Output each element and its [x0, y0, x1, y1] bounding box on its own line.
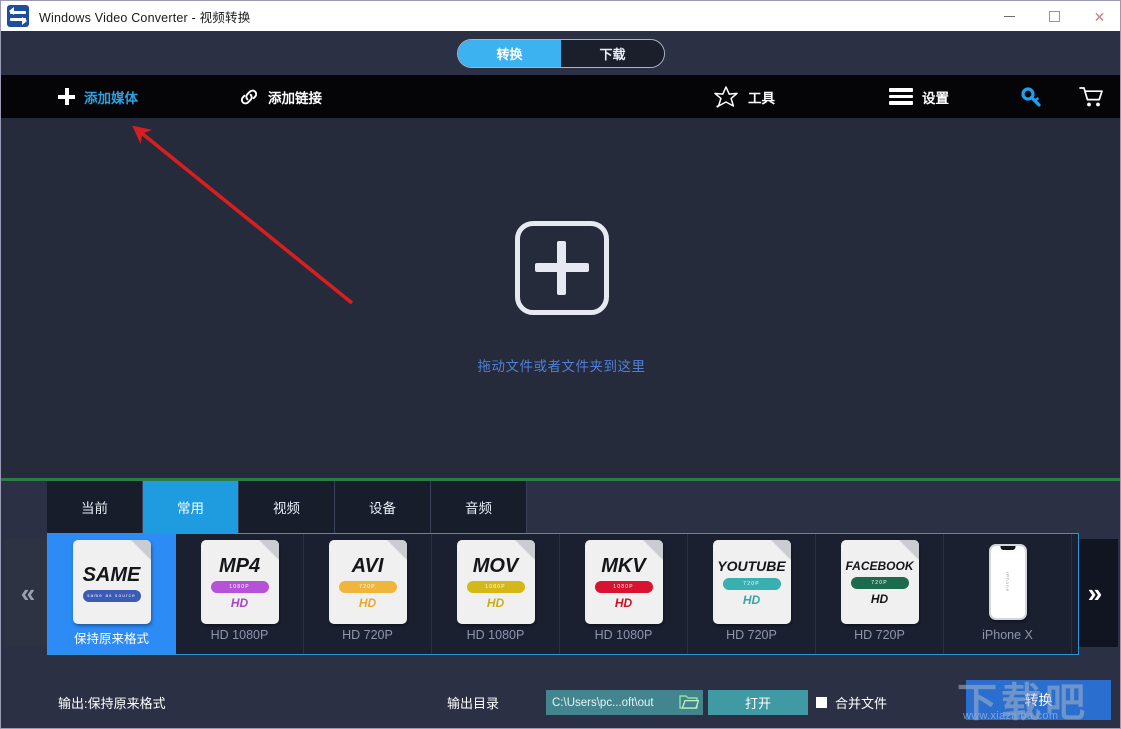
- bottom-bar: 输出:保持原来格式 输出目录 C:\Users\pc...oft\out 打开 …: [1, 677, 1121, 728]
- plus-icon: [58, 88, 75, 105]
- star-icon: [713, 85, 739, 109]
- preset-carousel: SAMEsame as source 保持原来格式 MP41080PHD HD 108…: [47, 533, 1079, 655]
- preset-card[interactable]: iPhone iPhone X: [944, 534, 1072, 654]
- preset-card-label: HD 1080P: [211, 628, 269, 642]
- settings-label: 设置: [922, 87, 949, 107]
- preset-card[interactable]: MKV1080PHD HD 1080P: [560, 534, 688, 654]
- maximize-icon[interactable]: [1032, 1, 1077, 32]
- drop-hint-text: 拖动文件或者文件夹到这里: [478, 355, 646, 375]
- preset-card-label: HD 720P: [342, 628, 393, 642]
- preset-card-label: HD 1080P: [595, 628, 653, 642]
- file-format-icon: MKV1080PHD: [573, 539, 675, 625]
- tab-download[interactable]: 下载: [561, 40, 664, 67]
- add-files-plus-icon[interactable]: [515, 221, 609, 315]
- window-controls: ✕: [987, 1, 1121, 32]
- tools-button[interactable]: 工具: [713, 75, 775, 118]
- tab-convert[interactable]: 转换: [458, 40, 561, 67]
- link-icon: [239, 88, 259, 106]
- convert-button[interactable]: 转换: [966, 680, 1111, 720]
- window-title: Windows Video Converter - 视频转换: [39, 7, 250, 26]
- add-link-label: 添加链接: [268, 87, 322, 107]
- settings-button[interactable]: 设置: [889, 75, 949, 118]
- category-tabs: 当前 常用 视频 设备 音频: [47, 481, 527, 533]
- close-icon[interactable]: ✕: [1077, 1, 1121, 32]
- preset-card[interactable]: AVI720PHD HD 720P: [304, 534, 432, 654]
- file-drop-area[interactable]: 拖动文件或者文件夹到这里: [1, 118, 1121, 478]
- chevron-double-left-icon[interactable]: «: [5, 539, 51, 647]
- merge-files-checkbox[interactable]: 合并文件: [816, 693, 887, 712]
- category-tab-current[interactable]: 当前: [47, 481, 143, 533]
- open-button[interactable]: 打开: [708, 690, 808, 715]
- category-tab-device[interactable]: 设备: [335, 481, 431, 533]
- output-summary: 输出:保持原来格式: [58, 693, 166, 712]
- hamburger-menu-icon: [889, 88, 913, 105]
- file-format-icon: MOV1080PHD: [445, 539, 547, 625]
- main-toolbar: 添加媒体 添加链接 工具: [1, 75, 1121, 118]
- add-media-label: 添加媒体: [84, 87, 138, 107]
- preset-card[interactable]: MP41080PHD HD 1080P: [176, 534, 304, 654]
- mode-tabs: 转换 下载: [457, 39, 665, 68]
- phone-device-icon: iPhone: [957, 539, 1059, 625]
- license-key-button[interactable]: [1019, 75, 1043, 118]
- category-tab-common[interactable]: 常用: [143, 481, 239, 533]
- file-format-icon: SAMEsame as source: [61, 539, 163, 625]
- output-dir-label: 输出目录: [447, 693, 499, 712]
- merge-checkbox-label: 合并文件: [835, 693, 887, 712]
- cart-button[interactable]: [1079, 75, 1105, 118]
- file-format-icon: YOUTUBE720PHD: [701, 539, 803, 625]
- preset-card-label: 保持原来格式: [74, 628, 149, 647]
- merge-checkbox-box[interactable]: [816, 697, 827, 708]
- file-format-icon: MP41080PHD: [189, 539, 291, 625]
- preset-card[interactable]: YOUTUBE720PHD HD 720P: [688, 534, 816, 654]
- file-format-icon: AVI720PHD: [317, 539, 419, 625]
- preset-card[interactable]: FACEBOOK720PHD HD 720P: [816, 534, 944, 654]
- minimize-icon[interactable]: [987, 1, 1032, 32]
- preset-card-label: HD 720P: [726, 628, 777, 642]
- phone-icon-label: iPhone: [1005, 572, 1010, 592]
- add-link-button[interactable]: 添加链接: [239, 75, 322, 118]
- preset-panel: 当前 常用 视频 设备 音频 « » SAMEsame as source保持原…: [1, 481, 1121, 677]
- key-icon: [1019, 85, 1043, 109]
- file-format-icon: FACEBOOK720PHD: [829, 539, 931, 625]
- app-window: Windows Video Converter - 视频转换 ✕ 转换 下载 添…: [0, 0, 1121, 729]
- preset-card-label: HD 720P: [854, 628, 905, 642]
- output-path-value: C:\Users\pc...oft\out: [552, 697, 654, 709]
- preset-card-label: iPhone X: [982, 628, 1033, 642]
- preset-card-label: HD 1080P: [467, 628, 525, 642]
- shopping-cart-icon: [1079, 86, 1105, 108]
- mode-tab-strip: 转换 下载: [1, 31, 1121, 75]
- converter-logo-icon: [7, 5, 29, 27]
- preset-card[interactable]: SAMEsame as source 保持原来格式: [48, 534, 176, 654]
- category-tab-audio[interactable]: 音频: [431, 481, 527, 533]
- category-tab-video[interactable]: 视频: [239, 481, 335, 533]
- preset-card[interactable]: MOV1080PHD HD 1080P: [432, 534, 560, 654]
- add-media-button[interactable]: 添加媒体: [58, 75, 138, 118]
- title-bar: Windows Video Converter - 视频转换 ✕: [1, 0, 1121, 31]
- output-path-field[interactable]: C:\Users\pc...oft\out: [546, 690, 703, 715]
- tools-label: 工具: [748, 87, 775, 107]
- folder-icon[interactable]: [679, 694, 699, 710]
